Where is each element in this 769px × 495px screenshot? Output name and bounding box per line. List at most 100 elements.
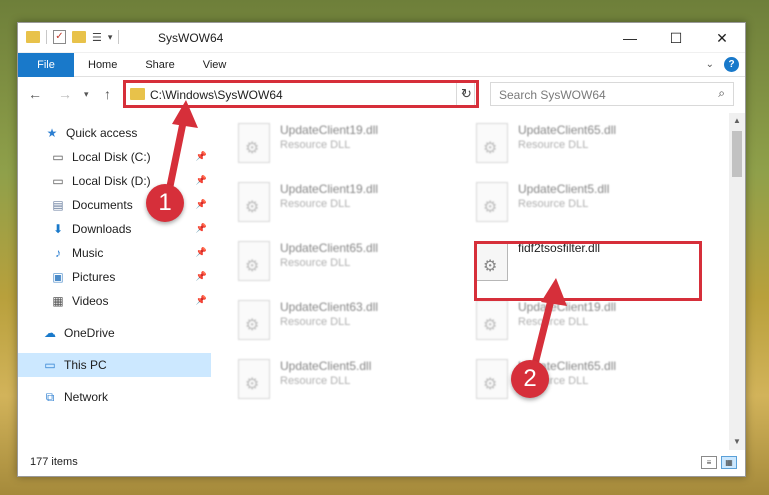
help-icon[interactable]: ? — [724, 57, 739, 72]
toolbar-divider — [46, 30, 47, 44]
back-arrow-icon[interactable]: ← — [28, 86, 42, 102]
status-bar: 177 items ≡ ▦ — [18, 450, 745, 476]
window-title: SysWOW64 — [158, 31, 224, 45]
sidebar-item-label: Music — [72, 246, 104, 260]
sidebar-item-this-pc[interactable]: ▭ This PC — [18, 353, 211, 377]
file-item[interactable]: UpdateClient5.dll Resource DLL — [232, 355, 452, 407]
close-button[interactable]: ✕ — [699, 23, 745, 53]
sidebar-item-downloads[interactable]: ⬇ Downloads 📌 — [18, 217, 211, 241]
tab-file[interactable]: File — [18, 52, 74, 77]
search-input[interactable]: Search SysWOW64 ⌕ — [490, 82, 734, 106]
dll-file-icon — [476, 182, 508, 222]
tab-share[interactable]: Share — [131, 53, 188, 77]
vertical-scrollbar[interactable]: ▲ ▼ — [729, 113, 745, 450]
file-item[interactable]: UpdateClient65.dll Resource DLL — [470, 355, 690, 407]
folder-icon — [26, 31, 40, 43]
recent-locations-icon[interactable]: ▾ — [84, 89, 89, 100]
quick-access-toolbar: ✓ ☰ ▾ — [26, 30, 120, 44]
pin-icon[interactable]: 📌 — [196, 295, 207, 306]
sidebar-item-label: OneDrive — [64, 326, 115, 340]
documents-icon: ▤ — [52, 198, 64, 212]
computer-icon: ▭ — [44, 358, 56, 372]
videos-icon: ▦ — [52, 294, 64, 308]
file-item[interactable]: UpdateClient19.dll Resource DLL — [232, 119, 452, 171]
pin-icon[interactable]: 📌 — [196, 199, 207, 210]
dll-file-icon — [238, 182, 270, 222]
pin-icon[interactable]: 📌 — [196, 151, 207, 162]
file-item[interactable]: UpdateClient63.dll Resource DLL — [232, 296, 452, 348]
file-name: UpdateClient5.dll — [518, 182, 610, 196]
pin-icon[interactable]: 📌 — [196, 271, 207, 282]
file-type: Resource DLL — [518, 139, 589, 151]
scroll-up-icon[interactable]: ▲ — [729, 113, 745, 129]
minimize-button[interactable]: — — [607, 23, 653, 53]
dll-file-icon — [476, 359, 508, 399]
file-name: UpdateClient63.dll — [280, 300, 379, 314]
sidebar-item-videos[interactable]: ▦ Videos 📌 — [18, 289, 211, 313]
sidebar-item-local-disk-c[interactable]: ▭ Local Disk (C:) 📌 — [18, 145, 211, 169]
customize-dropdown-icon[interactable]: ▾ — [108, 32, 113, 43]
dll-file-icon — [238, 241, 270, 281]
file-type: Resource DLL — [518, 316, 589, 328]
file-item[interactable]: UpdateClient65.dll Resource DLL — [232, 237, 452, 289]
sidebar-item-label: Documents — [72, 198, 133, 212]
sidebar-item-quick-access[interactable]: ★ Quick access — [18, 121, 211, 145]
explorer-body: ★ Quick access ▭ Local Disk (C:) 📌 ▭ Loc… — [18, 113, 745, 450]
toolbar-divider — [118, 30, 120, 44]
sidebar-item-network[interactable]: ⧉ Network — [18, 385, 211, 409]
pictures-icon: ▣ — [52, 270, 64, 284]
search-icon: ⌕ — [718, 86, 725, 100]
navigation-pane: ★ Quick access ▭ Local Disk (C:) 📌 ▭ Loc… — [18, 113, 211, 450]
file-highlight-box — [474, 241, 702, 301]
scroll-down-icon[interactable]: ▼ — [729, 434, 745, 450]
network-icon: ⧉ — [45, 390, 55, 404]
sidebar-item-label: Local Disk (D:) — [72, 174, 151, 188]
up-arrow-icon[interactable]: ↑ — [104, 86, 111, 102]
step-2-badge: 2 — [511, 360, 549, 398]
pin-icon[interactable]: 📌 — [196, 247, 207, 258]
dll-file-icon — [476, 123, 508, 163]
dll-file-icon — [238, 359, 270, 399]
pin-icon[interactable]: 📌 — [196, 223, 207, 234]
file-item[interactable]: UpdateClient19.dll Resource DLL — [232, 178, 452, 230]
ribbon-right-controls: ⌄ ? — [706, 57, 739, 72]
sidebar-item-label: Quick access — [66, 126, 138, 140]
music-icon: ♪ — [55, 246, 61, 260]
dll-file-icon — [238, 123, 270, 163]
file-item[interactable]: UpdateClient19.dll Resource DLL — [470, 296, 690, 348]
pin-icon[interactable]: 📌 — [196, 175, 207, 186]
sidebar-item-music[interactable]: ♪ Music 📌 — [18, 241, 211, 265]
customize-list-icon[interactable]: ☰ — [92, 31, 102, 44]
title-bar: ✓ ☰ ▾ SysWOW64 — ☐ ✕ — [18, 23, 745, 53]
maximize-button[interactable]: ☐ — [653, 23, 699, 53]
forward-arrow-icon[interactable]: → — [58, 86, 72, 102]
file-name: UpdateClient19.dll — [518, 300, 617, 314]
file-type: Resource DLL — [280, 375, 351, 387]
star-icon: ★ — [46, 126, 58, 140]
explorer-window: ✓ ☰ ▾ SysWOW64 — ☐ ✕ File Home Share Vie… — [17, 22, 746, 477]
properties-checkmark-icon[interactable]: ✓ — [53, 30, 66, 44]
expand-ribbon-icon[interactable]: ⌄ — [706, 59, 714, 70]
sidebar-item-label: This PC — [64, 358, 107, 372]
tab-home[interactable]: Home — [74, 53, 131, 77]
scroll-thumb[interactable] — [732, 131, 742, 177]
file-type: Resource DLL — [280, 316, 351, 328]
new-folder-icon[interactable] — [72, 31, 86, 43]
navigation-bar: ← → ▾ ↑ C:\Windows\SysWOW64 ⌄ ↻ Search S… — [18, 77, 745, 111]
sidebar-item-local-disk-d[interactable]: ▭ Local Disk (D:) 📌 — [18, 169, 211, 193]
sidebar-item-onedrive[interactable]: ☁ OneDrive — [18, 321, 211, 345]
tab-view[interactable]: View — [189, 53, 241, 77]
tiles-view-icon[interactable]: ▦ — [721, 456, 737, 469]
sidebar-item-label: Videos — [72, 294, 109, 308]
file-item[interactable]: UpdateClient5.dll Resource DLL — [470, 178, 690, 230]
dll-file-icon — [238, 300, 270, 340]
sidebar-item-pictures[interactable]: ▣ Pictures 📌 — [18, 265, 211, 289]
item-count: 177 items — [30, 456, 78, 468]
details-view-icon[interactable]: ≡ — [701, 456, 717, 469]
address-highlight-box — [123, 80, 479, 108]
sidebar-item-label: Pictures — [72, 270, 116, 284]
file-item[interactable]: UpdateClient65.dll Resource DLL — [470, 119, 690, 171]
